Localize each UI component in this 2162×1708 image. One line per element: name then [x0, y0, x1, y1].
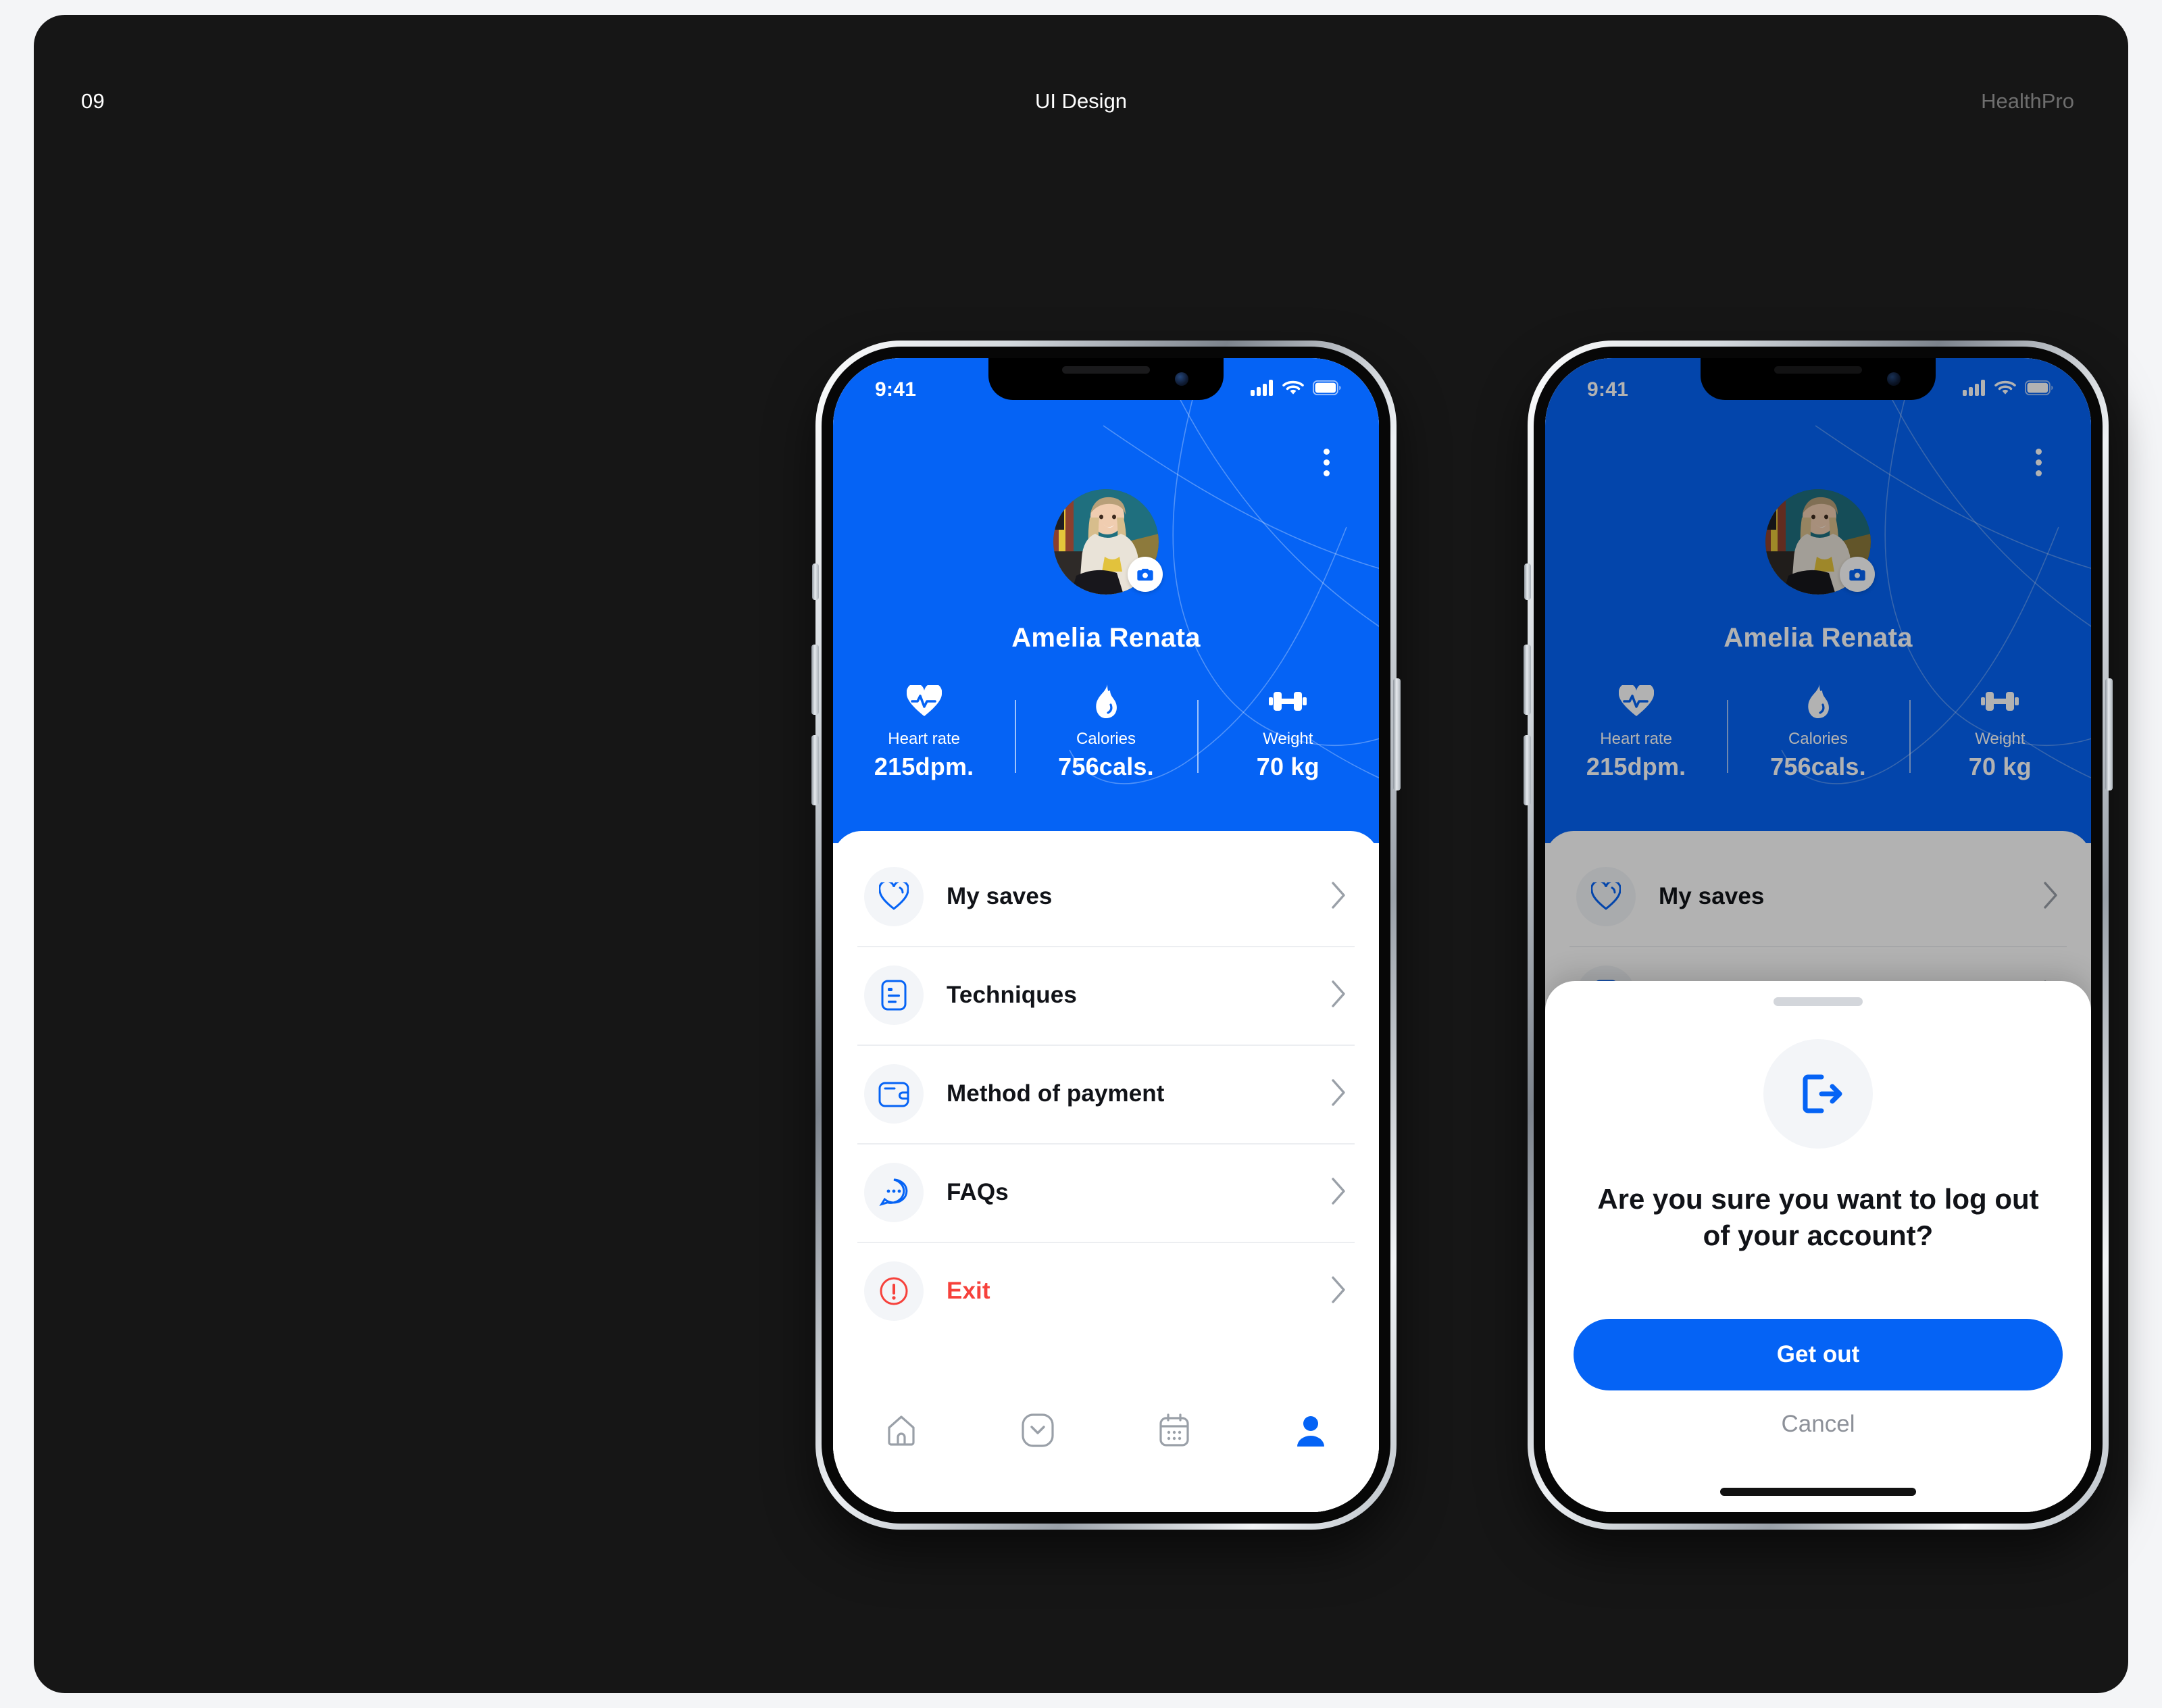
menu-list: My saves — [833, 831, 1379, 1340]
stat-value: 70 kg — [1256, 753, 1319, 780]
app-profile-screen: 9:41 Amelia Renata Heart rate 215dpm. Ca… — [833, 358, 1379, 1512]
camera-glyph — [1137, 568, 1153, 581]
avatar-wrapper[interactable] — [1053, 489, 1163, 595]
phone-notch — [988, 358, 1224, 400]
app-logout-screen: 9:41 Amelia Renata Heart rate 215dpm. Ca… — [1545, 358, 2091, 1512]
stat-label: Heart rate — [888, 730, 961, 748]
flame-glyph — [1096, 684, 1117, 718]
stat-value: 756cals. — [1058, 753, 1154, 780]
chevron-right-icon — [1330, 880, 1348, 913]
menu-item-exit[interactable]: Exit — [833, 1242, 1379, 1340]
chevron-right-icon — [1330, 1275, 1348, 1308]
brand-label: HealthPro — [1981, 89, 2074, 113]
tab-home[interactable] — [864, 1405, 938, 1455]
dumbbell-icon — [1197, 682, 1379, 720]
document-list-icon — [864, 965, 924, 1025]
menu-item-label: Exit — [947, 1278, 990, 1304]
home-indicator — [1720, 1488, 1916, 1496]
volume-down-button[interactable] — [1524, 735, 1531, 805]
stat-heart-rate: Heart rate 215dpm. — [833, 682, 1015, 781]
battery-icon — [1313, 380, 1341, 395]
phone-screen-2: 9:41 Amelia Renata Heart rate 215dpm. Ca… — [1545, 358, 2091, 1512]
slide-title: UI Design — [1034, 89, 1128, 113]
menu-item-label: Method of payment — [947, 1080, 1165, 1107]
kebab-dot — [1323, 470, 1330, 476]
menu-item-label: FAQs — [947, 1179, 1009, 1205]
stats-row: Heart rate 215dpm. Calories 756cals. Wei… — [833, 682, 1379, 781]
home-icon — [888, 1415, 915, 1446]
kebab-dot — [1323, 459, 1330, 466]
alert-circle-glyph — [880, 1277, 908, 1305]
wifi-icon — [1282, 380, 1304, 395]
volume-up-button[interactable] — [1524, 645, 1531, 715]
drag-handle[interactable] — [1774, 997, 1863, 1006]
alert-circle-icon — [864, 1261, 924, 1321]
stat-weight: Weight 70 kg — [1197, 682, 1379, 781]
menu-item-techniques[interactable]: Techniques — [833, 946, 1379, 1045]
menu-item-faqs[interactable]: FAQs — [833, 1143, 1379, 1242]
heart-pulse-glyph — [906, 685, 942, 716]
flame-icon — [1015, 682, 1197, 720]
menu-item-label: Techniques — [947, 982, 1077, 1008]
chevron-right-icon — [1330, 1078, 1348, 1111]
logout-glyph — [1803, 1074, 1842, 1113]
menu-item-method-of-payment[interactable]: Method of payment — [833, 1045, 1379, 1143]
cancel-button[interactable]: Cancel — [1545, 1411, 2091, 1438]
chevron-right-icon — [1330, 1176, 1348, 1209]
kebab-dot — [1323, 448, 1330, 455]
tab-profile[interactable] — [1274, 1405, 1348, 1455]
power-button[interactable] — [2105, 678, 2113, 790]
chevron-right-icon — [1330, 979, 1348, 1012]
profile-icon — [1297, 1416, 1324, 1447]
stat-value: 215dpm. — [874, 753, 974, 780]
volume-up-button[interactable] — [811, 645, 819, 715]
status-icons — [1251, 380, 1341, 396]
kebab-menu-icon[interactable] — [1311, 447, 1341, 477]
inbox-icon — [1022, 1413, 1054, 1447]
heart-outline-glyph — [879, 882, 909, 910]
menu-item-my-saves[interactable]: My saves — [833, 847, 1379, 946]
wallet-glyph — [878, 1082, 909, 1107]
slide-header: 09 UI Design HealthPro — [34, 89, 2128, 130]
profile-name: Amelia Renata — [1011, 623, 1201, 653]
logout-icon — [1763, 1039, 1873, 1149]
logout-bottom-sheet: Are you sure you want to log out of your… — [1545, 981, 2091, 1512]
presentation-canvas: 09 UI Design HealthPro 9:41 Amelia Renat… — [34, 15, 2128, 1693]
calendar-icon — [1159, 1413, 1189, 1447]
tab-calendar[interactable] — [1137, 1405, 1211, 1455]
phone-mockup-profile: 9:41 Amelia Renata Heart rate 215dpm. Ca… — [811, 341, 1401, 1530]
heart-outline-icon — [864, 867, 924, 926]
status-time: 9:41 — [875, 378, 917, 401]
menu-item-label: My saves — [947, 883, 1053, 909]
mute-switch[interactable] — [1524, 563, 1531, 600]
chat-bubble-glyph — [879, 1178, 908, 1206]
earpiece-speaker — [1062, 366, 1150, 374]
phone-screen-1: 9:41 Amelia Renata Heart rate 215dpm. Ca… — [833, 358, 1379, 1512]
phone-mockup-logout: 9:41 Amelia Renata Heart rate 215dpm. Ca… — [1524, 341, 2113, 1530]
front-camera — [1175, 372, 1188, 386]
logout-sheet-title: Are you sure you want to log out of your… — [1597, 1183, 2039, 1251]
mute-switch[interactable] — [812, 563, 819, 600]
bottom-tab-bar — [833, 1377, 1379, 1512]
document-list-glyph — [881, 980, 907, 1011]
stat-label: Weight — [1263, 730, 1313, 748]
cellular-signal-icon — [1251, 380, 1273, 396]
wallet-icon — [864, 1064, 924, 1124]
power-button[interactable] — [1393, 678, 1401, 790]
camera-icon[interactable] — [1128, 557, 1163, 592]
heart-pulse-icon — [833, 682, 1015, 720]
chat-bubble-icon — [864, 1163, 924, 1222]
stat-label: Calories — [1076, 730, 1136, 748]
tab-inbox[interactable] — [1001, 1405, 1075, 1455]
get-out-button[interactable]: Get out — [1574, 1319, 2063, 1390]
profile-header: 9:41 Amelia Renata Heart rate 215dpm. Ca… — [833, 358, 1379, 843]
stat-calories: Calories 756cals. — [1015, 682, 1197, 781]
volume-down-button[interactable] — [811, 735, 819, 805]
dumbbell-glyph — [1269, 692, 1307, 711]
